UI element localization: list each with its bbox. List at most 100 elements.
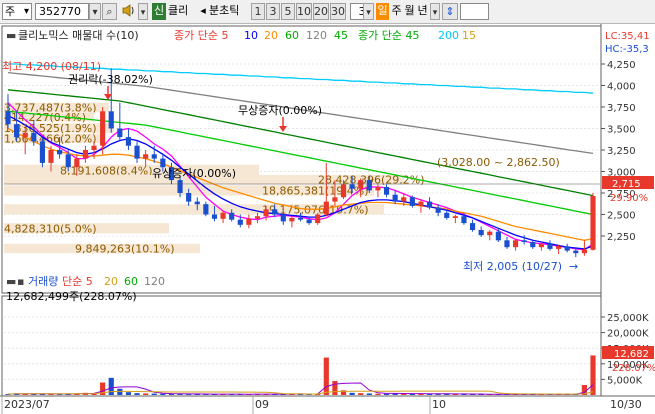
code-dropdown-button[interactable]: ▾ [89,3,101,20]
candle-body[interactable] [401,197,407,202]
candle-body[interactable] [358,180,364,189]
candle-body[interactable] [297,217,304,220]
interval-button-20[interactable]: 20 [313,3,329,20]
candle-body[interactable] [375,186,381,191]
candle-body[interactable] [263,209,269,217]
volume-bar[interactable] [151,393,157,395]
volume-bar[interactable] [323,357,329,395]
candle-body[interactable] [14,124,20,138]
candle-body[interactable] [349,184,355,189]
candle-body[interactable] [478,229,484,236]
volume-bar[interactable] [125,392,132,395]
candle-body[interactable] [134,145,140,159]
candle-body[interactable] [444,212,450,218]
candle-body[interactable] [487,231,493,236]
interval-button-5[interactable]: 5 [281,3,295,20]
volume-bar[interactable] [383,393,390,395]
interval-button-10[interactable]: 10 [296,3,312,20]
candle-body[interactable] [426,201,433,208]
candle-body[interactable] [340,184,347,198]
prev-arrow-icon[interactable]: ◂ [198,3,208,20]
candle-body[interactable] [461,216,467,224]
interval-button-3[interactable]: 3 [266,3,280,20]
chart-area[interactable]: 3,737,487(3.8%)414,227(0.4%)1,836,525(1.… [0,24,655,414]
day-button[interactable]: 일 [376,3,389,20]
candle-body[interactable] [556,246,562,249]
volume-bar[interactable] [160,393,166,395]
interval-button-30[interactable]: 30 [330,3,346,20]
candle-body[interactable] [306,219,312,224]
candle-body[interactable] [108,111,114,129]
candle-body[interactable] [435,207,441,213]
volume-bar[interactable] [366,393,372,395]
candle-body[interactable] [383,186,390,195]
candle-body[interactable] [57,150,63,155]
stock-code-input[interactable]: 352770 [35,3,89,20]
candle-body[interactable] [194,201,200,205]
candle-body[interactable] [22,132,28,138]
candle-body[interactable] [237,219,243,225]
candle-body[interactable] [246,218,252,225]
candle-body[interactable] [39,141,45,163]
candle-body[interactable] [48,150,54,163]
candle-body[interactable] [82,150,89,159]
candle-body[interactable] [280,214,286,222]
candle-body[interactable] [220,212,226,219]
candle-body[interactable] [91,145,97,150]
candle-body[interactable] [177,180,183,193]
period-type-label[interactable]: 분초틱 [209,3,249,20]
volume-bar[interactable] [134,393,140,395]
candle-body[interactable] [418,201,424,206]
candle-body[interactable] [254,216,261,219]
candle-body[interactable] [5,111,11,125]
candle-body[interactable] [100,111,106,146]
candle-body[interactable] [229,212,235,220]
month-button[interactable]: 월 [403,3,416,20]
candle-body[interactable] [573,250,579,254]
candle-body[interactable] [203,204,209,215]
candle-body[interactable] [366,180,372,191]
volume-bar[interactable] [375,393,381,395]
candle-body[interactable] [469,223,476,230]
volume-bar[interactable] [590,355,596,395]
candle-body[interactable] [323,201,329,215]
candle-body[interactable] [74,158,80,168]
volume-bar[interactable] [108,377,114,395]
candle-body[interactable] [272,209,278,215]
candle-body[interactable] [392,194,398,202]
candle-body[interactable] [530,242,536,248]
candle-body[interactable] [512,240,519,248]
candle-body[interactable] [547,243,553,249]
candle-body[interactable] [495,231,501,241]
candle-body[interactable] [590,196,596,250]
candle-body[interactable] [117,128,123,138]
candle-body[interactable] [581,249,587,254]
candle-body[interactable] [143,154,149,159]
speaker-button[interactable] [120,3,138,20]
candle-body[interactable] [521,240,527,243]
candle-body[interactable] [289,217,295,222]
search-button[interactable]: ⌕ [102,3,117,20]
year-button[interactable]: 년 [416,3,429,20]
candle-body[interactable] [151,154,157,159]
volume-bar[interactable] [349,392,355,395]
speaker-dropdown-button[interactable]: ▾ [138,3,148,20]
week-button[interactable]: 주 [390,3,403,20]
volume-bar[interactable] [332,380,338,395]
candle-body[interactable] [65,154,71,168]
candle-body[interactable] [186,193,192,202]
candle-body[interactable] [504,240,510,248]
candle-body[interactable] [409,197,415,206]
interval-dropdown-button[interactable]: ▾ [363,3,374,20]
shin-badge[interactable]: 신 [152,3,166,20]
count-input[interactable] [460,3,489,20]
volume-bar[interactable] [143,393,149,395]
candle-body[interactable] [538,243,544,248]
market-select[interactable]: 주 ▾ [2,3,32,20]
extra-dropdown-button[interactable]: ▾ [430,3,440,20]
candle-body[interactable] [332,197,338,202]
candle-body[interactable] [564,246,570,251]
candle-body[interactable] [160,158,166,168]
candle-body[interactable] [211,214,218,219]
candle-body[interactable] [315,214,321,224]
